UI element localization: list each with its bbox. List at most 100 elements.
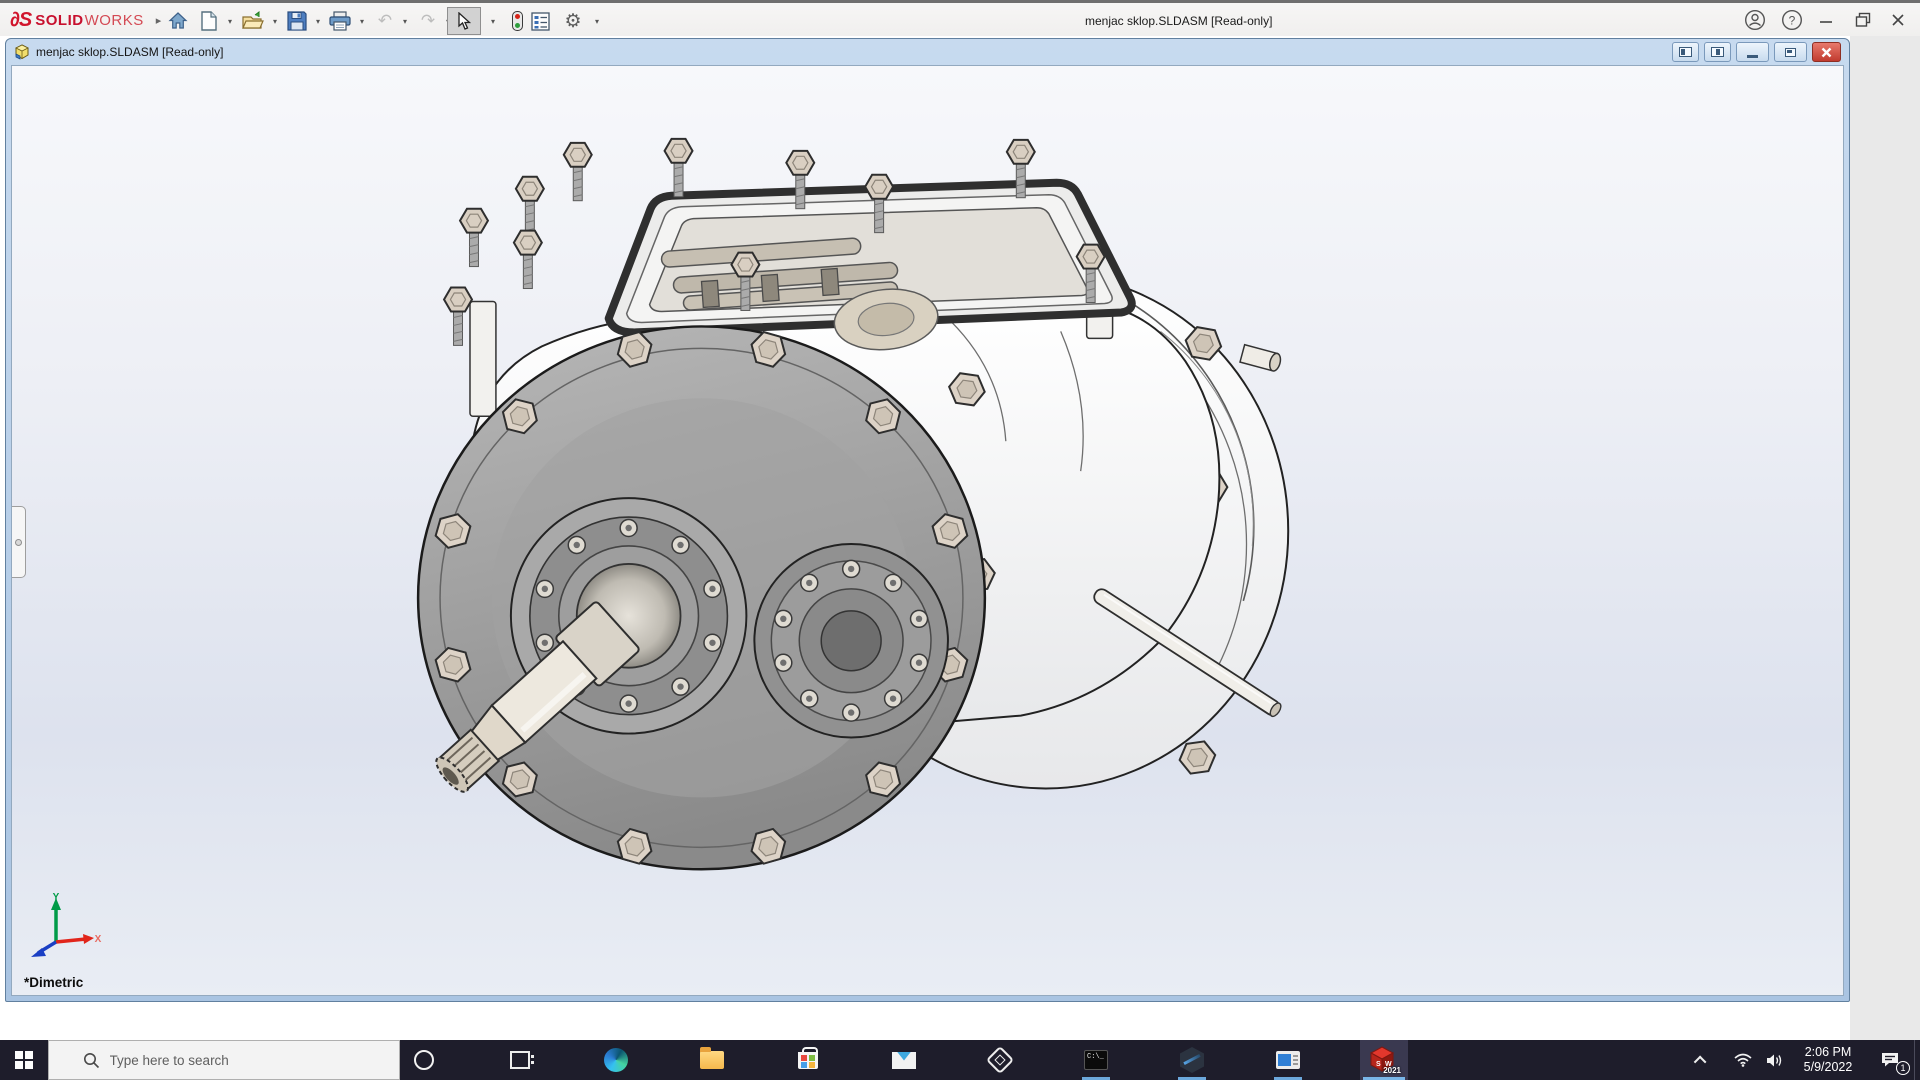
triad-y-label: Y <box>53 892 60 903</box>
taskbar-clock[interactable]: 2:06 PM 5/9/2022 <box>1792 1040 1864 1080</box>
taskbar-item-file-explorer[interactable] <box>688 1040 736 1080</box>
ds-logo-icon: ∂S <box>10 9 32 31</box>
taskbar: C:\_ S W 2021 <box>0 1040 1920 1080</box>
options-dropdown[interactable]: ▾ <box>591 15 603 27</box>
restore-icon <box>1855 12 1871 27</box>
tray-wifi-button[interactable] <box>1728 1040 1758 1080</box>
pane-right-button[interactable] <box>1704 42 1731 62</box>
rear-shaft-stub <box>1239 343 1282 372</box>
open-dropdown[interactable]: ▾ <box>269 15 281 27</box>
taskbar-item-media-app[interactable] <box>1264 1040 1312 1080</box>
svg-text:?: ? <box>1789 14 1796 28</box>
media-app-icon <box>1276 1051 1300 1069</box>
store-icon <box>798 1046 818 1069</box>
taskbar-item-task-view[interactable] <box>496 1040 544 1080</box>
taskbar-item-edge[interactable] <box>592 1040 640 1080</box>
taskbar-item-terminal[interactable]: C:\_ <box>1072 1040 1120 1080</box>
pane-left-button[interactable] <box>1672 42 1699 62</box>
select-cursor-icon <box>458 12 471 30</box>
help-button[interactable]: ? <box>1778 7 1806 33</box>
document-window-controls <box>1672 42 1841 62</box>
search-input[interactable] <box>109 1052 380 1068</box>
home-icon <box>168 12 188 29</box>
solidworks-2021-icon: S W 2021 <box>1369 1046 1401 1075</box>
doc-close-button[interactable] <box>1812 42 1841 62</box>
assembly-icon <box>15 44 29 60</box>
print-icon <box>329 11 351 31</box>
chevron-up-icon <box>1693 1055 1706 1068</box>
tray-chevron-button[interactable] <box>1688 1040 1714 1080</box>
restore-button[interactable] <box>1849 7 1877 33</box>
model-canvas[interactable] <box>12 66 1843 995</box>
taskbar-search[interactable] <box>48 1040 400 1080</box>
start-button[interactable] <box>0 1040 48 1080</box>
splitter-dot-icon <box>15 539 22 546</box>
select-tool-button[interactable] <box>447 7 481 35</box>
doc-minimize-button[interactable] <box>1736 42 1769 62</box>
new-dropdown[interactable]: ▾ <box>224 15 236 27</box>
show-desktop-button[interactable] <box>1914 1040 1920 1080</box>
account-icon <box>1744 9 1766 31</box>
minimize-icon <box>1820 21 1832 23</box>
terminal-icon: C:\_ <box>1084 1050 1108 1070</box>
save-button[interactable] <box>285 9 309 33</box>
workspace-right-gap <box>1850 36 1920 1040</box>
doc-restore-button[interactable] <box>1774 42 1807 62</box>
taskbar-item-cortana[interactable] <box>400 1040 448 1080</box>
taskbar-item-mail[interactable] <box>880 1040 928 1080</box>
sw-year-label: 2021 <box>1383 1066 1401 1075</box>
workspace: menjac sklop.SLDASM [Read-only] Y X *Dim… <box>0 36 1920 1040</box>
minimize-button[interactable] <box>1812 7 1840 33</box>
solidworks-logo: ∂S SOLID WORKS ▸ <box>10 9 161 32</box>
new-document-button[interactable] <box>197 9 221 33</box>
graphics-viewport[interactable]: Y X *Dimetric <box>11 65 1844 996</box>
document-title: menjac sklop.SLDASM [Read-only] <box>36 45 224 59</box>
document-titlebar[interactable]: menjac sklop.SLDASM [Read-only] <box>6 39 1849 65</box>
svg-text:S: S <box>1376 1061 1381 1068</box>
new-document-icon <box>201 11 217 31</box>
select-dropdown[interactable]: ▾ <box>487 15 499 27</box>
orientation-triad: Y X <box>31 892 102 957</box>
desktop: ∂S SOLIDWORKS ▸ ▾ ▾ ▾ ▾ ↶ ▾ ↷ ▾ ▾ <box>0 0 1920 1080</box>
options-button[interactable]: ⚙ <box>561 9 585 33</box>
triad-x-label: X <box>95 934 102 945</box>
brand-solid: SOLID <box>35 12 84 29</box>
taskbar-item-hexagon-app[interactable] <box>1168 1040 1216 1080</box>
taskbar-item-store[interactable] <box>784 1040 832 1080</box>
close-icon <box>1892 14 1904 26</box>
3d-viewer-icon <box>985 1045 1015 1075</box>
clock-time: 2:06 PM <box>1804 1045 1852 1059</box>
print-dropdown[interactable]: ▾ <box>356 15 368 27</box>
open-icon <box>242 11 264 29</box>
view-orientation-label: *Dimetric <box>24 975 84 990</box>
rebuild-button[interactable] <box>505 9 529 33</box>
file-properties-button[interactable] <box>528 9 552 33</box>
save-dropdown[interactable]: ▾ <box>312 15 324 27</box>
open-button[interactable] <box>241 9 265 33</box>
cortana-icon <box>414 1050 434 1070</box>
taskbar-item-solidworks[interactable]: S W 2021 <box>1360 1040 1408 1080</box>
pane-right-icon <box>1711 47 1724 57</box>
featuremanager-splitter-tab[interactable] <box>12 506 26 578</box>
action-center-button[interactable]: 1 <box>1868 1040 1912 1080</box>
taskbar-item-3d-viewer[interactable] <box>976 1040 1024 1080</box>
search-icon <box>83 1052 99 1068</box>
doc-restore-icon <box>1785 47 1796 57</box>
mail-icon <box>892 1051 916 1069</box>
menu-flyout-arrow-icon[interactable]: ▸ <box>156 14 162 27</box>
print-button[interactable] <box>328 9 352 33</box>
home-button[interactable] <box>166 9 190 33</box>
undo-button[interactable]: ↶ <box>373 9 397 33</box>
redo-button[interactable]: ↷ <box>416 9 440 33</box>
edge-icon <box>604 1048 628 1072</box>
output-cover[interactable] <box>753 542 949 739</box>
account-button[interactable] <box>1741 7 1769 33</box>
doc-close-icon <box>1821 47 1832 57</box>
close-button[interactable] <box>1884 7 1912 33</box>
task-view-icon <box>510 1051 534 1069</box>
undo-dropdown[interactable]: ▾ <box>399 15 411 27</box>
tray-volume-button[interactable] <box>1760 1040 1790 1080</box>
clock-date: 5/9/2022 <box>1803 1060 1853 1074</box>
file-explorer-icon <box>700 1047 724 1069</box>
hexagon-app-icon <box>1180 1047 1204 1073</box>
